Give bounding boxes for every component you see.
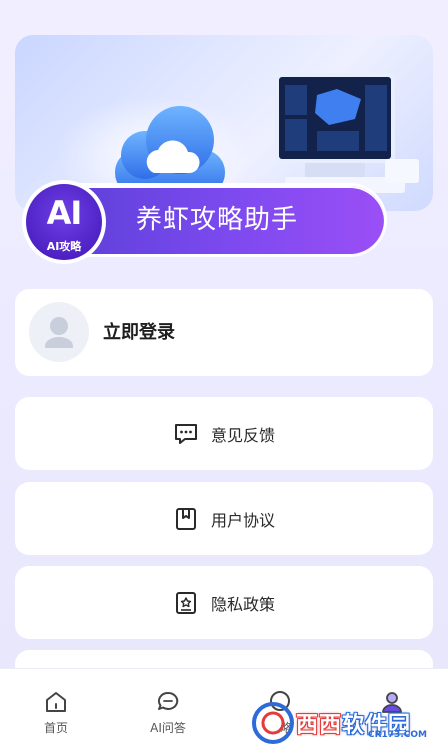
watermark: 西西 软件园 CR173.COM: [250, 700, 430, 746]
ai-logo-subtext: AI攻略: [46, 240, 82, 253]
user-avatar-icon: [45, 317, 73, 348]
ai-logo-badge: AI AI攻略: [22, 180, 106, 264]
nav-ai-qa-label: AI问答: [150, 721, 186, 735]
feedback-label: 意见反馈: [210, 425, 275, 445]
nav-home[interactable]: 首页: [0, 669, 112, 756]
feedback-icon: [173, 421, 199, 447]
user-agreement-label: 用户协议: [210, 510, 275, 530]
avatar: [29, 302, 89, 362]
app-title: 养虾攻略助手: [136, 205, 299, 235]
privacy-policy-label: 隐私政策: [210, 594, 275, 614]
home-icon: [43, 689, 69, 715]
privacy-icon: [173, 590, 199, 616]
login-card[interactable]: 立即登录: [15, 289, 433, 376]
nav-home-label: 首页: [43, 721, 68, 735]
watermark-text-a: 西西: [296, 713, 343, 738]
feedback-item[interactable]: 意见反馈: [15, 397, 433, 470]
ai-logo-text: AI: [46, 194, 83, 232]
privacy-policy-item[interactable]: 隐私政策: [15, 566, 433, 639]
chat-icon: [155, 689, 181, 715]
user-agreement-item[interactable]: 用户协议: [15, 482, 433, 555]
ai-logo-inner: AI AI攻略: [26, 184, 102, 260]
watermark-subtext: CR173.COM: [368, 730, 427, 740]
watermark-logo-icon: [252, 702, 294, 744]
login-label: 立即登录: [103, 322, 175, 343]
bookmark-icon: [173, 506, 199, 532]
nav-ai-qa[interactable]: AI问答: [112, 669, 224, 756]
